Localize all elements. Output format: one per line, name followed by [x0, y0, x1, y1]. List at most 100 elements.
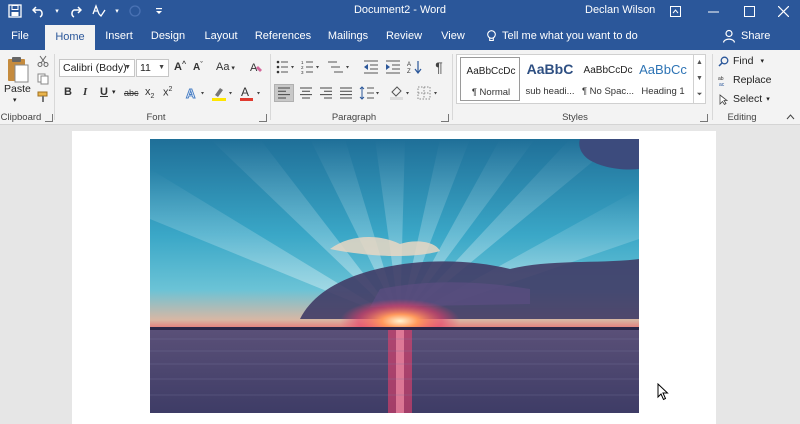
- sort-icon[interactable]: AZ: [406, 59, 424, 75]
- line-spacing-icon[interactable]: [358, 84, 382, 102]
- font-color-icon[interactable]: A: [238, 84, 264, 102]
- style-normal[interactable]: AaBbCcDc ¶ Normal: [460, 57, 520, 101]
- justify-icon[interactable]: [336, 84, 356, 102]
- styles-gallery: AaBbCcDc ¶ Normal AaBbC sub headi... AaB…: [456, 54, 706, 104]
- bullets-icon[interactable]: [275, 59, 297, 75]
- svg-text:3: 3: [301, 70, 304, 74]
- increase-indent-icon[interactable]: [384, 59, 402, 75]
- close-icon[interactable]: [766, 0, 800, 22]
- style-no-spacing[interactable]: AaBbCcDc ¶ No Spac...: [578, 57, 638, 101]
- title-bar: ▾ ▾ Document2 - Word Declan Wilson: [0, 0, 800, 22]
- find-icon: [718, 56, 729, 67]
- change-case-icon[interactable]: Aa ▾: [216, 61, 235, 73]
- italic-icon[interactable]: I: [83, 86, 87, 98]
- tab-layout[interactable]: Layout: [202, 22, 240, 50]
- show-formatting-marks-icon[interactable]: ¶: [430, 59, 448, 75]
- font-size-value: 11: [140, 62, 151, 74]
- find-dropdown-icon[interactable]: ▾: [760, 57, 764, 65]
- multilevel-list-icon[interactable]: [326, 59, 352, 75]
- select-button[interactable]: Select ▾: [718, 91, 770, 107]
- underline-dropdown-icon[interactable]: ▾: [112, 88, 116, 96]
- svg-text:A: A: [407, 62, 411, 68]
- style-heading-1[interactable]: AaBbCc Heading 1: [635, 57, 691, 101]
- shrink-font-icon[interactable]: Aˇ: [193, 62, 203, 73]
- style-sub-heading-sample: AaBbC: [526, 61, 574, 77]
- grow-font-icon[interactable]: A^: [174, 61, 186, 73]
- find-button[interactable]: Find ▾: [718, 53, 764, 69]
- numbering-icon[interactable]: 123: [300, 59, 322, 75]
- paste-icon[interactable]: [5, 54, 31, 86]
- scroll-down-icon[interactable]: ▼: [694, 71, 705, 87]
- lightbulb-icon: [487, 30, 496, 42]
- replace-label: Replace: [733, 74, 772, 86]
- align-left-icon[interactable]: [274, 84, 294, 102]
- tab-review[interactable]: Review: [385, 22, 423, 50]
- cut-icon[interactable]: [36, 54, 50, 68]
- paragraph-launcher-icon[interactable]: [441, 114, 449, 122]
- bold-icon[interactable]: B: [64, 86, 72, 98]
- styles-launcher-icon[interactable]: [700, 114, 708, 122]
- sunset-image[interactable]: [150, 139, 639, 413]
- font-launcher-icon[interactable]: [259, 114, 267, 122]
- tab-insert[interactable]: Insert: [102, 22, 136, 50]
- more-styles-icon[interactable]: ⏷: [694, 87, 705, 103]
- replace-button[interactable]: ab ac Replace: [718, 72, 772, 88]
- tab-file[interactable]: File: [6, 22, 34, 50]
- font-group-label: Font: [146, 112, 166, 123]
- replace-icon: abac: [718, 76, 725, 86]
- font-family-value: Calibri (Body): [63, 62, 127, 74]
- ribbon-tab-bar: File Home Insert Design Layout Reference…: [0, 22, 800, 50]
- paste-dropdown-icon[interactable]: ▾: [13, 96, 17, 104]
- svg-text:Z: Z: [407, 69, 411, 74]
- clipboard-launcher-icon[interactable]: [45, 114, 53, 122]
- tab-references[interactable]: References: [253, 22, 313, 50]
- font-size-select[interactable]: 11 ▼: [136, 59, 169, 77]
- paste-label[interactable]: Paste: [4, 83, 31, 95]
- scroll-up-icon[interactable]: ▲: [694, 55, 705, 71]
- tell-me-search[interactable]: Tell me what you want to do: [486, 22, 638, 50]
- tab-home[interactable]: Home: [45, 25, 95, 50]
- clipboard-group-label: Clipboard: [0, 112, 42, 123]
- style-sub-heading-name: sub headi...: [525, 86, 575, 97]
- select-dropdown-icon[interactable]: ▾: [766, 95, 770, 103]
- svg-text:A: A: [241, 85, 249, 99]
- copy-icon[interactable]: [36, 72, 50, 86]
- share-button[interactable]: Share: [722, 22, 770, 50]
- strikethrough-icon[interactable]: abc: [124, 88, 139, 98]
- text-effects-icon[interactable]: A: [184, 84, 208, 102]
- underline-icon[interactable]: U: [100, 86, 108, 98]
- decrease-indent-icon[interactable]: [362, 59, 380, 75]
- editing-group-label: Editing: [727, 112, 757, 123]
- mouse-pointer-icon: [657, 382, 669, 404]
- align-center-icon[interactable]: [296, 84, 316, 102]
- person-icon: [722, 29, 736, 43]
- text-highlight-icon[interactable]: [210, 84, 236, 102]
- ribbon-display-options-icon[interactable]: [658, 0, 692, 22]
- tab-mailings[interactable]: Mailings: [325, 22, 371, 50]
- style-normal-name: ¶ Normal: [471, 87, 511, 98]
- clear-formatting-icon[interactable]: A: [248, 59, 264, 75]
- shading-icon[interactable]: [388, 84, 412, 102]
- select-arrow-icon: [719, 93, 729, 105]
- style-sub-heading[interactable]: AaBbC sub headi...: [520, 57, 580, 101]
- maximize-icon[interactable]: [732, 0, 766, 22]
- collapse-ribbon-icon[interactable]: [784, 112, 796, 122]
- superscript-icon[interactable]: x2: [163, 86, 172, 99]
- style-no-spacing-name: ¶ No Spac...: [581, 86, 635, 97]
- styles-gallery-scroller: ▲ ▼ ⏷: [693, 55, 705, 103]
- user-name[interactable]: Declan Wilson: [585, 4, 655, 16]
- subscript-icon[interactable]: x2: [145, 86, 154, 100]
- minimize-icon[interactable]: [696, 0, 730, 22]
- font-family-select[interactable]: Calibri (Body) ▼: [59, 59, 135, 77]
- borders-icon[interactable]: [416, 84, 440, 102]
- share-label: Share: [741, 30, 771, 42]
- align-right-icon[interactable]: [316, 84, 336, 102]
- sunset-over-sea-image: [150, 139, 639, 413]
- tab-design[interactable]: Design: [149, 22, 187, 50]
- svg-text:A: A: [186, 86, 196, 101]
- format-painter-icon[interactable]: [36, 90, 50, 104]
- font-family-dropdown-icon[interactable]: ▼: [124, 60, 131, 76]
- font-size-dropdown-icon[interactable]: ▼: [158, 60, 165, 76]
- select-label: Select: [733, 93, 763, 105]
- tab-view[interactable]: View: [438, 22, 468, 50]
